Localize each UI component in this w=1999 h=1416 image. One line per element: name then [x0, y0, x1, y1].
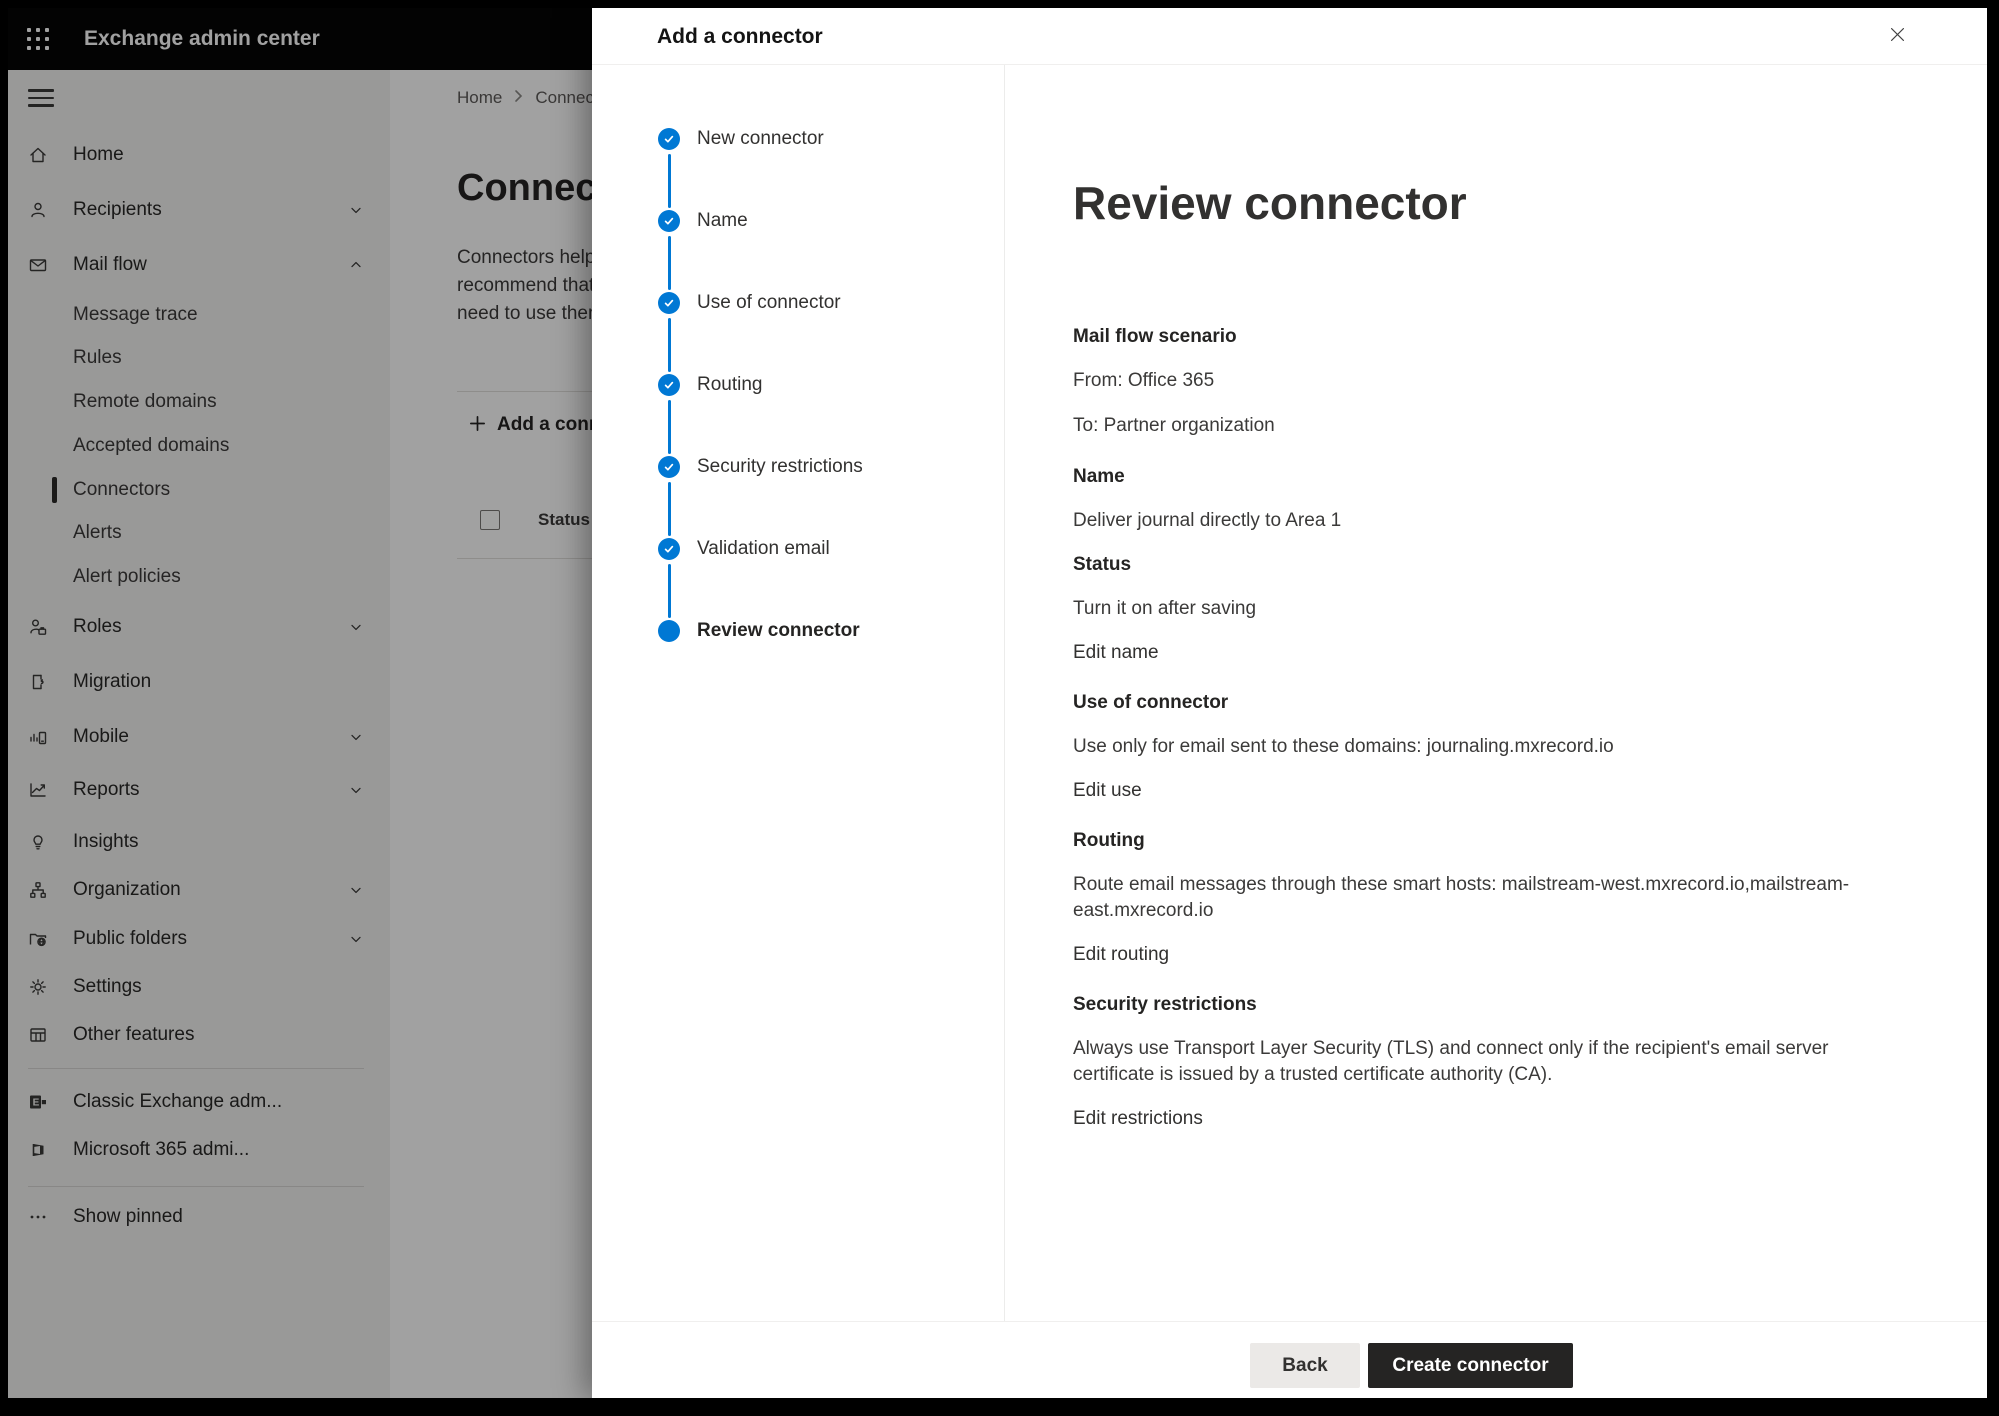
routing-section: Routing Route email messages through the…: [1073, 829, 1863, 967]
review-heading: Review connector: [1073, 177, 1987, 229]
security-restrictions-value: Always use Transport Layer Security (TLS…: [1073, 1036, 1863, 1088]
create-connector-button[interactable]: Create connector: [1368, 1343, 1573, 1388]
step-security-restrictions[interactable]: Security restrictions: [658, 456, 1004, 538]
step-new-connector[interactable]: New connector: [658, 128, 1004, 210]
routing-value: Route email messages through these smart…: [1073, 872, 1863, 924]
step-complete-icon: [658, 456, 680, 478]
step-validation-email[interactable]: Validation email: [658, 538, 1004, 620]
section-title: Mail flow scenario: [1073, 325, 1863, 349]
step-complete-icon: [658, 128, 680, 150]
add-connector-dialog: Add a connector New connector Name Use o…: [592, 8, 1987, 1398]
step-complete-icon: [658, 210, 680, 232]
edit-restrictions-link[interactable]: Edit restrictions: [1073, 1107, 1203, 1131]
status-value: Turn it on after saving: [1073, 596, 1863, 622]
step-name[interactable]: Name: [658, 210, 1004, 292]
section-title: Security restrictions: [1073, 993, 1863, 1017]
section-title: Use of connector: [1073, 691, 1863, 715]
name-status-section: Name Deliver journal directly to Area 1 …: [1073, 465, 1863, 665]
dialog-header: Add a connector: [592, 8, 1987, 65]
mail-flow-from: From: Office 365: [1073, 368, 1863, 394]
step-current-icon: [658, 620, 680, 642]
edit-use-link[interactable]: Edit use: [1073, 779, 1142, 803]
use-of-connector-value: Use only for email sent to these domains…: [1073, 734, 1863, 760]
close-button[interactable]: [1881, 20, 1913, 52]
edit-routing-link[interactable]: Edit routing: [1073, 943, 1169, 967]
review-panel: Review connector Mail flow scenario From…: [1005, 65, 1987, 1321]
step-complete-icon: [658, 374, 680, 396]
screen-frame: Exchange admin center Home Recipients Ma…: [0, 0, 1999, 1416]
close-icon: [1889, 26, 1906, 46]
edit-name-link[interactable]: Edit name: [1073, 641, 1159, 665]
back-button[interactable]: Back: [1250, 1343, 1360, 1388]
dialog-title: Add a connector: [657, 8, 823, 65]
section-title: Routing: [1073, 829, 1863, 853]
section-title: Status: [1073, 553, 1863, 577]
step-complete-icon: [658, 292, 680, 314]
step-routing[interactable]: Routing: [658, 374, 1004, 456]
mail-flow-to: To: Partner organization: [1073, 413, 1863, 439]
dialog-body: New connector Name Use of connector Rout…: [592, 65, 1987, 1321]
step-review-connector[interactable]: Review connector: [658, 620, 1004, 702]
step-complete-icon: [658, 538, 680, 560]
mail-flow-scenario-section: Mail flow scenario From: Office 365 To: …: [1073, 325, 1863, 439]
use-of-connector-section: Use of connector Use only for email sent…: [1073, 691, 1863, 803]
section-title: Name: [1073, 465, 1863, 489]
step-use-of-connector[interactable]: Use of connector: [658, 292, 1004, 374]
dialog-footer: Back Create connector: [592, 1321, 1987, 1398]
security-restrictions-section: Security restrictions Always use Transpo…: [1073, 993, 1863, 1131]
wizard-stepper: New connector Name Use of connector Rout…: [592, 65, 1005, 1321]
connector-name-value: Deliver journal directly to Area 1: [1073, 508, 1863, 534]
